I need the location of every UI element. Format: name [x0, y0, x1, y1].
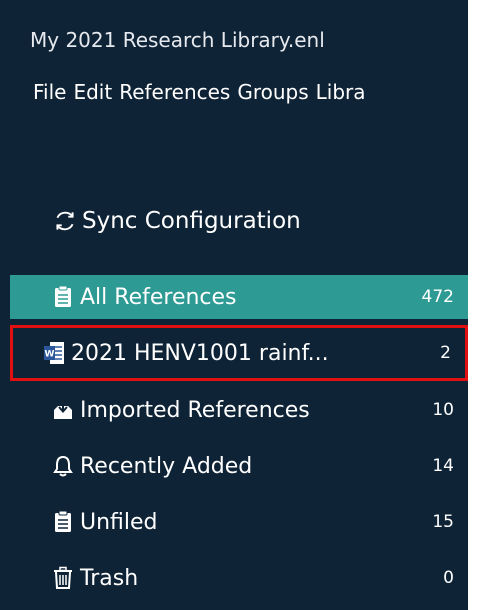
clipboard-icon — [55, 510, 71, 532]
group-trash[interactable]: Trash 0 — [10, 557, 468, 599]
menu-bar: File Edit References Groups Libra — [33, 80, 366, 104]
group-label: Trash — [80, 565, 139, 591]
menu-library[interactable]: Libra — [316, 80, 366, 104]
word-document-icon: W — [44, 342, 64, 364]
bell-icon — [53, 455, 73, 477]
group-count: 472 — [421, 287, 454, 307]
group-all-references[interactable]: All References 472 — [10, 275, 468, 319]
group-imported-references[interactable]: Imported References 10 — [10, 389, 468, 431]
group-count: 0 — [443, 568, 454, 588]
group-2021-henv1001[interactable]: W 2021 HENV1001 rainf... 2 — [10, 325, 468, 381]
sync-label: Sync Configuration — [82, 208, 301, 234]
clipboard-icon — [55, 285, 71, 307]
group-label: All References — [80, 284, 237, 310]
group-list: All References 472 W 2021 HENV1001 rainf… — [10, 275, 468, 610]
import-icon — [54, 400, 72, 419]
group-label: Imported References — [80, 397, 310, 423]
group-count: 2 — [440, 343, 451, 363]
menu-references[interactable]: References — [119, 80, 230, 104]
app-window: My 2021 Research Library.enl File Edit R… — [0, 0, 468, 610]
trash-icon — [54, 566, 72, 589]
group-label: Recently Added — [80, 453, 253, 479]
menu-groups[interactable]: Groups — [237, 80, 308, 104]
group-recently-added[interactable]: Recently Added 14 — [10, 445, 468, 487]
group-count: 14 — [432, 456, 454, 476]
window-title: My 2021 Research Library.enl — [30, 28, 325, 52]
group-unfiled[interactable]: Unfiled 15 — [10, 501, 468, 543]
menu-file[interactable]: File — [33, 80, 66, 104]
group-label: 2021 HENV1001 rainf... — [71, 340, 329, 366]
sync-configuration[interactable]: Sync Configuration — [52, 208, 301, 234]
group-count: 10 — [432, 400, 454, 420]
group-label: Unfiled — [80, 509, 158, 535]
menu-edit[interactable]: Edit — [73, 80, 112, 104]
svg-text:W: W — [45, 350, 55, 360]
group-count: 15 — [432, 512, 454, 532]
sync-icon — [56, 211, 74, 231]
